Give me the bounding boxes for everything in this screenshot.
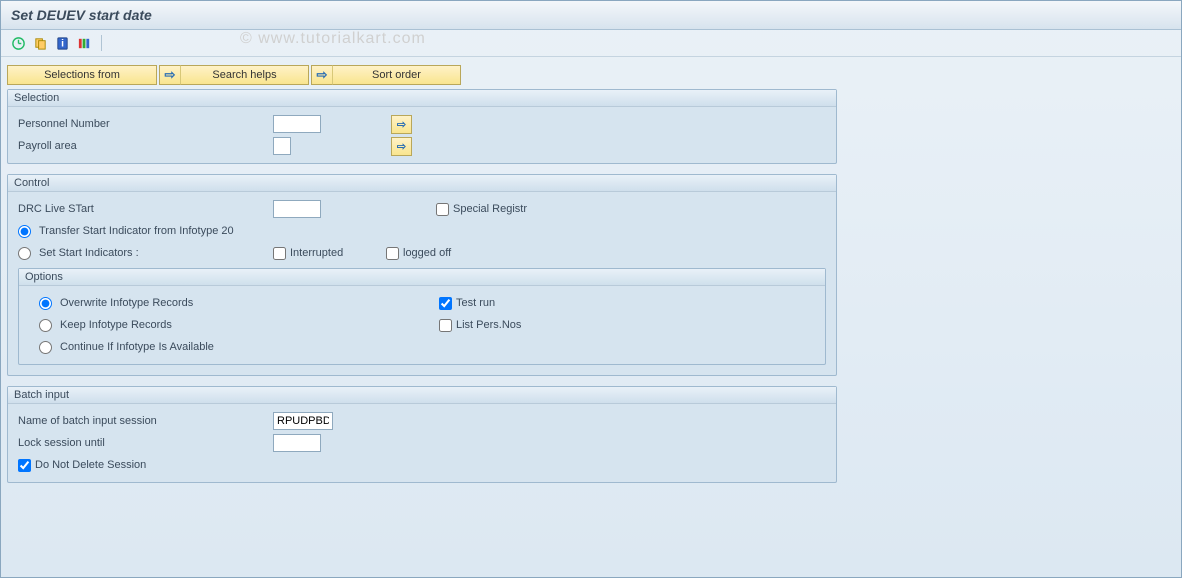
test-run-label: Test run bbox=[456, 297, 495, 309]
interrupted-checkbox[interactable]: Interrupted bbox=[273, 247, 386, 260]
set-start-label: Set Start Indicators : bbox=[39, 247, 139, 259]
special-registr-input[interactable] bbox=[436, 203, 449, 216]
search-helps-arrow-button[interactable]: ⇨ bbox=[159, 65, 180, 85]
payroll-area-input[interactable] bbox=[273, 137, 291, 155]
overwrite-label: Overwrite Infotype Records bbox=[60, 297, 193, 309]
keep-radio[interactable]: Keep Infotype Records bbox=[39, 319, 172, 332]
sort-order-label: Sort order bbox=[372, 69, 421, 81]
test-run-input[interactable] bbox=[439, 297, 452, 310]
selections-from-label: Selections from bbox=[44, 69, 120, 81]
do-not-delete-label: Do Not Delete Session bbox=[35, 459, 146, 471]
table-settings-icon[interactable] bbox=[75, 34, 93, 52]
page-title: Set DEUEV start date bbox=[11, 7, 1171, 23]
logged-off-input[interactable] bbox=[386, 247, 399, 260]
selection-group: Selection Personnel Number ⇨ Payroll are… bbox=[7, 89, 837, 164]
list-pers-label: List Pers.Nos bbox=[456, 319, 521, 331]
logged-off-label: logged off bbox=[403, 247, 451, 259]
set-start-radio[interactable]: Set Start Indicators : bbox=[18, 247, 139, 260]
overwrite-radio[interactable]: Overwrite Infotype Records bbox=[39, 297, 193, 310]
transfer-start-label: Transfer Start Indicator from Infotype 2… bbox=[39, 225, 234, 237]
lock-until-label: Lock session until bbox=[18, 437, 273, 449]
button-row: Selections from ⇨ Search helps ⇨ Sort or… bbox=[7, 65, 1175, 85]
arrow-right-icon: ⇨ bbox=[165, 67, 176, 83]
do-not-delete-input[interactable] bbox=[18, 459, 31, 472]
get-variant-icon[interactable] bbox=[31, 34, 49, 52]
interrupted-label: Interrupted bbox=[290, 247, 343, 259]
options-group: Options Overwrite Infotype Records bbox=[18, 268, 826, 365]
arrow-right-icon: ⇨ bbox=[317, 67, 328, 83]
batch-input-group-title: Batch input bbox=[8, 387, 836, 404]
transfer-start-input[interactable] bbox=[18, 225, 31, 238]
selections-from-button[interactable]: Selections from bbox=[7, 65, 157, 85]
payroll-area-label: Payroll area bbox=[18, 140, 273, 152]
control-group: Control DRC Live STart Special Registr T… bbox=[7, 174, 837, 376]
interrupted-input[interactable] bbox=[273, 247, 286, 260]
app-toolbar: i bbox=[1, 30, 1181, 57]
toolbar-separator bbox=[101, 35, 102, 51]
arrow-right-icon: ⇨ bbox=[397, 118, 406, 131]
personnel-number-input[interactable] bbox=[273, 115, 321, 133]
payroll-area-multi-button[interactable]: ⇨ bbox=[391, 137, 412, 156]
lock-until-input[interactable] bbox=[273, 434, 321, 452]
test-run-checkbox[interactable]: Test run bbox=[439, 297, 495, 310]
transfer-start-radio[interactable]: Transfer Start Indicator from Infotype 2… bbox=[18, 225, 234, 238]
logged-off-checkbox[interactable]: logged off bbox=[386, 247, 451, 260]
sort-order-arrow-button[interactable]: ⇨ bbox=[311, 65, 332, 85]
svg-text:i: i bbox=[61, 38, 64, 49]
batch-input-group: Batch input Name of batch input session … bbox=[7, 386, 837, 483]
session-name-input[interactable] bbox=[273, 412, 333, 430]
drc-live-start-input[interactable] bbox=[273, 200, 321, 218]
list-pers-input[interactable] bbox=[439, 319, 452, 332]
continue-if-radio[interactable]: Continue If Infotype Is Available bbox=[39, 341, 214, 354]
keep-input[interactable] bbox=[39, 319, 52, 332]
arrow-right-icon: ⇨ bbox=[397, 140, 406, 153]
special-registr-label: Special Registr bbox=[453, 203, 527, 215]
continue-if-label: Continue If Infotype Is Available bbox=[60, 341, 214, 353]
special-registr-checkbox[interactable]: Special Registr bbox=[436, 203, 527, 216]
session-name-label: Name of batch input session bbox=[18, 415, 273, 427]
keep-label: Keep Infotype Records bbox=[60, 319, 172, 331]
search-helps-button[interactable]: Search helps bbox=[180, 65, 309, 85]
sort-order-button[interactable]: Sort order bbox=[332, 65, 461, 85]
info-status-icon[interactable]: i bbox=[53, 34, 71, 52]
list-pers-checkbox[interactable]: List Pers.Nos bbox=[439, 319, 521, 332]
search-helps-label: Search helps bbox=[212, 69, 276, 81]
title-bar: Set DEUEV start date bbox=[1, 1, 1181, 30]
set-start-input[interactable] bbox=[18, 247, 31, 260]
overwrite-input[interactable] bbox=[39, 297, 52, 310]
control-group-title: Control bbox=[8, 175, 836, 192]
drc-live-start-label: DRC Live STart bbox=[18, 203, 273, 215]
personnel-number-multi-button[interactable]: ⇨ bbox=[391, 115, 412, 134]
continue-if-input[interactable] bbox=[39, 341, 52, 354]
execute-icon[interactable] bbox=[9, 34, 27, 52]
do-not-delete-checkbox[interactable]: Do Not Delete Session bbox=[18, 459, 146, 472]
options-group-title: Options bbox=[19, 269, 825, 286]
personnel-number-label: Personnel Number bbox=[18, 118, 273, 130]
selection-group-title: Selection bbox=[8, 90, 836, 107]
